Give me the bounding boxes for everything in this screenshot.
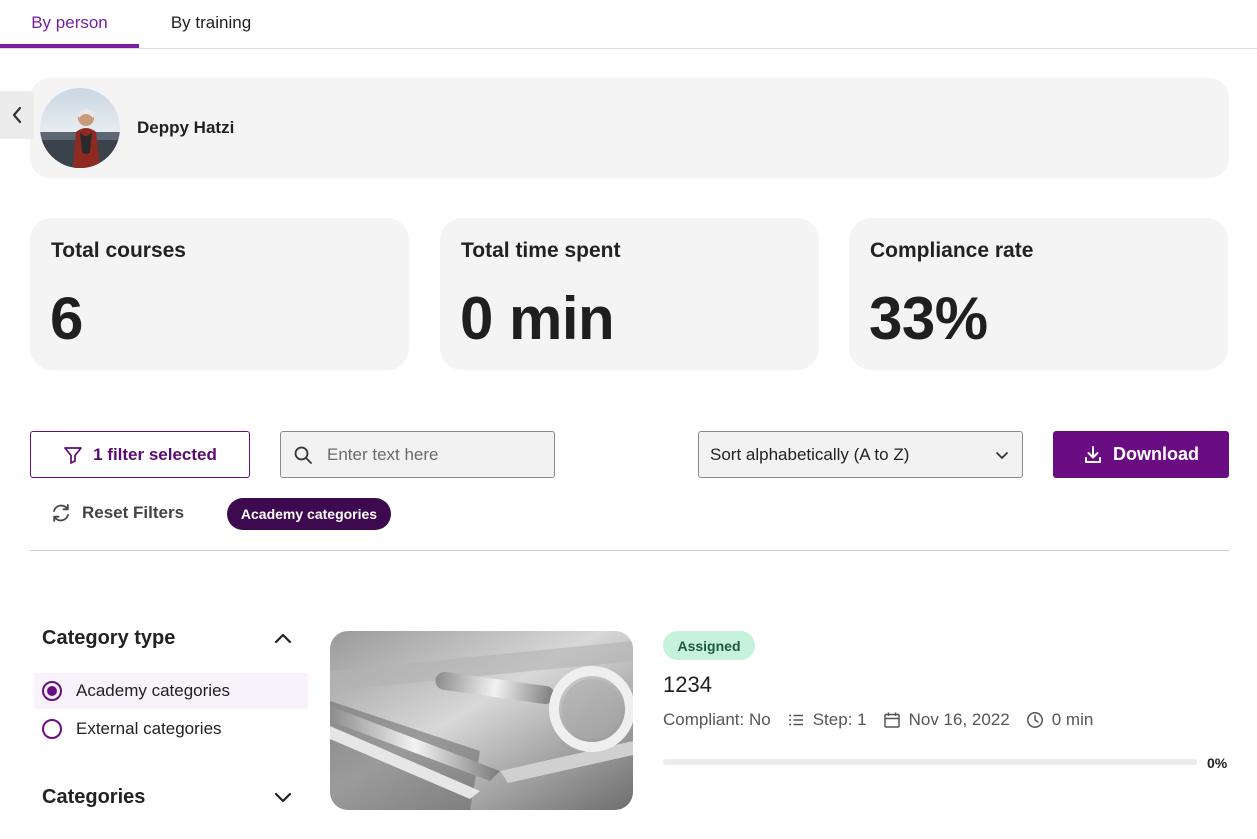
compliant-status: Compliant: No: [663, 710, 771, 730]
course-meta: Compliant: No Step: 1 Nov 16, 2022 0 min: [663, 708, 1109, 732]
total-courses-card: Total courses 6: [30, 218, 409, 370]
course-thumbnail[interactable]: [330, 631, 633, 810]
active-filter-chip[interactable]: Academy categories: [227, 498, 391, 530]
chevron-down-icon: [996, 451, 1008, 459]
radio-label: External categories: [76, 719, 222, 738]
sort-select[interactable]: Sort alphabetically (A to Z): [698, 431, 1023, 478]
chevron-left-icon: [12, 106, 22, 124]
download-button-label: Download: [1113, 444, 1199, 464]
reset-filters-label: Reset Filters: [82, 503, 185, 522]
radio-academy-categories[interactable]: Academy categories: [34, 673, 308, 709]
stat-value: 0 min: [460, 285, 615, 352]
category-type-title: Category type: [42, 627, 176, 649]
date-text: Nov 16, 2022: [908, 710, 1010, 729]
chevron-down-icon[interactable]: [271, 785, 295, 809]
refresh-icon: [53, 504, 69, 522]
clock-icon: [1026, 712, 1043, 728]
compliance-rate-card: Compliance rate 33%: [849, 218, 1228, 370]
radio-button[interactable]: [42, 681, 62, 701]
search-icon: [294, 446, 312, 464]
sort-select-value: Sort alphabetically (A to Z): [710, 444, 910, 464]
stat-value: 33%: [869, 285, 988, 352]
list-icon: [788, 714, 803, 726]
divider: [30, 550, 1229, 551]
progress-bar: [663, 759, 1197, 765]
filter-button-label: 1 filter selected: [93, 444, 217, 464]
tab-by-person[interactable]: By person: [0, 0, 139, 48]
date-info: Nov 16, 2022: [883, 710, 1010, 730]
back-button[interactable]: [0, 91, 34, 139]
status-badge: Assigned: [663, 631, 755, 660]
radio-label: Academy categories: [76, 681, 231, 700]
compliant-text: Compliant: No: [663, 710, 771, 729]
progress-percent: 0%: [1207, 755, 1228, 771]
avatar: [40, 88, 120, 168]
stat-label: Total time spent: [461, 239, 621, 262]
radio-external-categories[interactable]: External categories: [34, 711, 308, 747]
tab-bar: By person By training: [0, 0, 1257, 49]
filter-button[interactable]: 1 filter selected: [30, 431, 250, 478]
duration-text: 0 min: [1051, 710, 1094, 729]
step-info: Step: 1: [787, 710, 867, 730]
stat-value: 6: [50, 285, 83, 352]
calendar-icon: [883, 712, 900, 728]
radio-button[interactable]: [42, 719, 62, 739]
reset-filters-button[interactable]: Reset Filters: [50, 500, 184, 526]
course-title[interactable]: 1234: [663, 672, 712, 698]
tab-by-training[interactable]: By training: [152, 0, 270, 48]
categories-title: Categories: [42, 786, 146, 808]
total-time-card: Total time spent 0 min: [440, 218, 819, 370]
step-text: Step: 1: [812, 710, 867, 729]
download-button[interactable]: Download: [1053, 431, 1229, 478]
filter-icon: [64, 446, 82, 464]
duration-info: 0 min: [1026, 710, 1094, 730]
stat-label: Total courses: [51, 239, 186, 262]
search-box: [280, 431, 555, 478]
stat-label: Compliance rate: [870, 239, 1034, 262]
search-input[interactable]: [327, 444, 527, 465]
download-icon: [1085, 445, 1101, 463]
person-name: Deppy Hatzi: [137, 118, 235, 137]
chevron-up-icon[interactable]: [271, 626, 295, 650]
